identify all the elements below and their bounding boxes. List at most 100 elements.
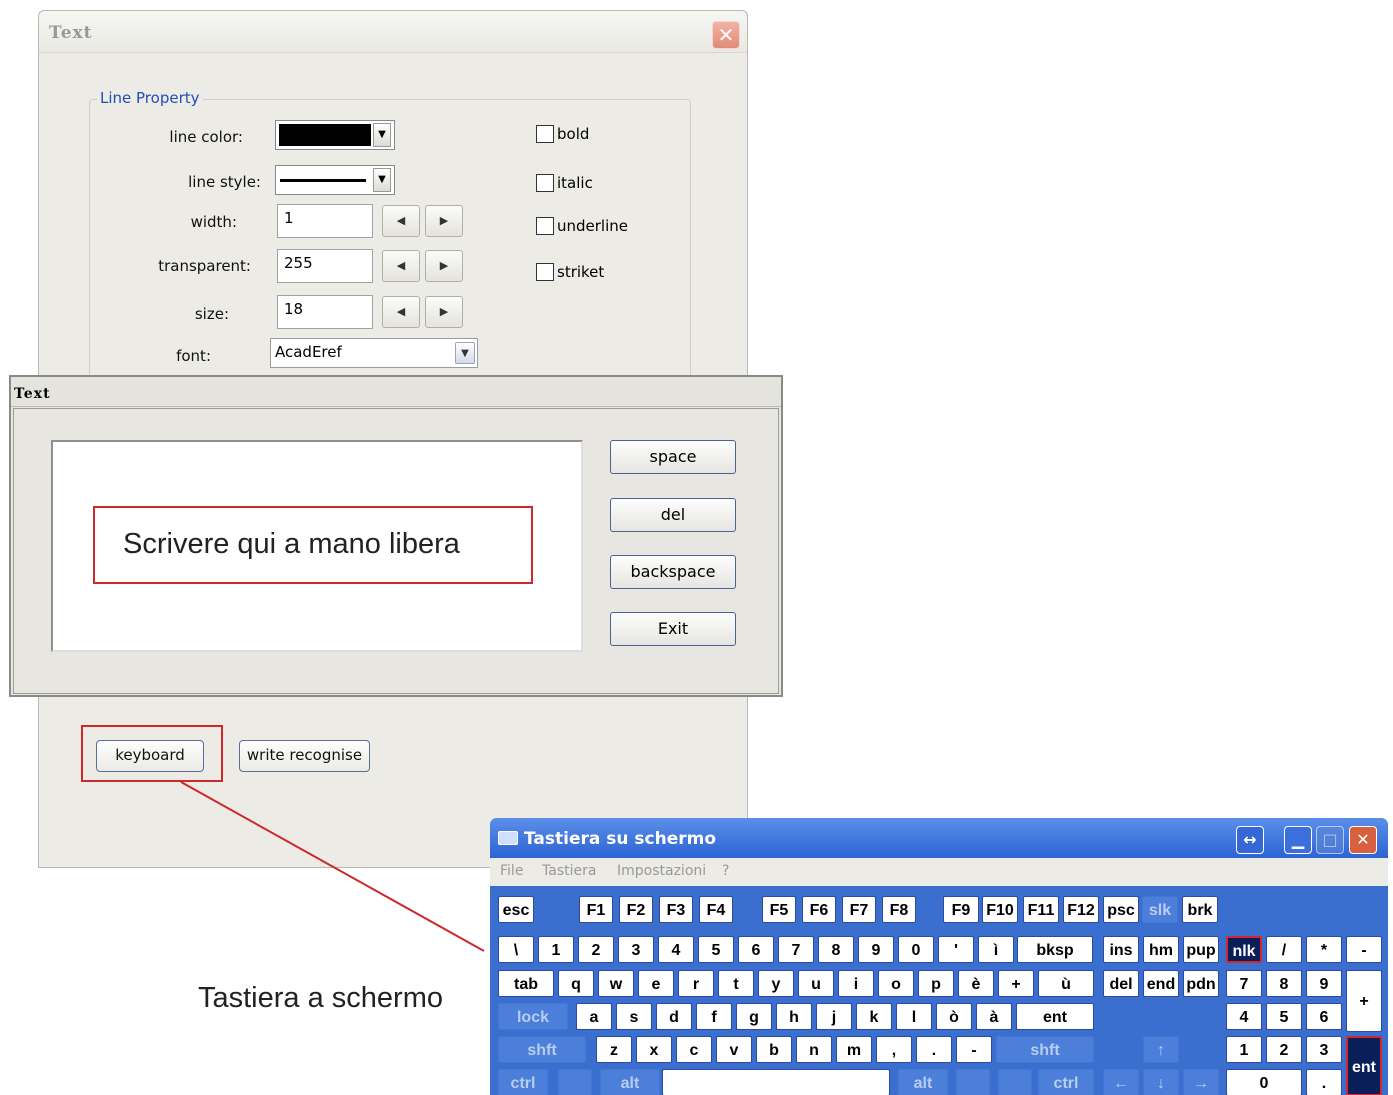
key-7[interactable]: 7 xyxy=(1226,970,1262,997)
maximize-icon[interactable]: □ xyxy=(1316,826,1344,854)
key-esc[interactable]: esc xyxy=(498,896,534,923)
menu-file[interactable]: File xyxy=(500,863,523,879)
key-9[interactable]: 9 xyxy=(858,936,894,963)
key-F3[interactable]: F3 xyxy=(659,896,693,923)
key-end[interactable]: end xyxy=(1143,970,1179,997)
key-F12[interactable]: F12 xyxy=(1063,896,1099,923)
key-t[interactable]: t xyxy=(718,970,754,997)
key-4[interactable]: 4 xyxy=(658,936,694,963)
key-o[interactable]: o xyxy=(878,970,914,997)
key[interactable]: . xyxy=(1306,1069,1342,1095)
key-pup[interactable]: pup xyxy=(1183,936,1219,963)
key-bksp[interactable]: bksp xyxy=(1017,936,1093,963)
key-1[interactable]: 1 xyxy=(1226,1036,1262,1063)
key-0[interactable]: 0 xyxy=(1226,1069,1302,1095)
key-8[interactable]: 8 xyxy=(1266,970,1302,997)
key-u[interactable]: u xyxy=(798,970,834,997)
key[interactable]: ò xyxy=(936,1003,972,1030)
key-0[interactable]: 0 xyxy=(898,936,934,963)
key-alt[interactable]: alt xyxy=(600,1069,660,1095)
key-b[interactable]: b xyxy=(756,1036,792,1063)
key-alt[interactable]: alt xyxy=(898,1069,948,1095)
key[interactable]: ↓ xyxy=(1143,1069,1179,1095)
key-2[interactable]: 2 xyxy=(578,936,614,963)
key-del[interactable]: del xyxy=(1103,970,1139,997)
key-nlk[interactable]: nlk xyxy=(1226,936,1262,963)
key-F4[interactable]: F4 xyxy=(699,896,733,923)
key-F5[interactable]: F5 xyxy=(762,896,796,923)
key-psc[interactable]: psc xyxy=(1103,896,1139,923)
key-ins[interactable]: ins xyxy=(1103,936,1139,963)
windows-logo-icon[interactable] xyxy=(558,1069,592,1095)
key[interactable]: è xyxy=(958,970,994,997)
key-F6[interactable]: F6 xyxy=(802,896,836,923)
osk-title-bar[interactable]: Tastiera su schermo ↔ ▁ □ ✕ xyxy=(490,818,1388,858)
key[interactable]: à xyxy=(976,1003,1012,1030)
key-slk[interactable]: slk xyxy=(1142,896,1178,923)
minimize-icon[interactable]: ▁ xyxy=(1284,826,1312,854)
key-F2[interactable]: F2 xyxy=(619,896,653,923)
key-F1[interactable]: F1 xyxy=(579,896,613,923)
key[interactable]: ↑ xyxy=(1143,1036,1179,1063)
key[interactable]: - xyxy=(956,1036,992,1063)
key-F7[interactable]: F7 xyxy=(842,896,876,923)
key-hm[interactable]: hm xyxy=(1143,936,1179,963)
close-icon[interactable]: ✕ xyxy=(1349,826,1377,854)
key-pdn[interactable]: pdn xyxy=(1183,970,1219,997)
key[interactable]: \ xyxy=(498,936,534,963)
key[interactable]: ì xyxy=(978,936,1014,963)
key-ctrl[interactable]: ctrl xyxy=(1038,1069,1094,1095)
key-F10[interactable]: F10 xyxy=(982,896,1018,923)
key-n[interactable]: n xyxy=(796,1036,832,1063)
windows-logo-icon[interactable] xyxy=(956,1069,990,1095)
key[interactable]: , xyxy=(876,1036,912,1063)
key[interactable]: + xyxy=(1346,970,1382,1032)
key-4[interactable]: 4 xyxy=(1226,1003,1262,1030)
key-k[interactable]: k xyxy=(856,1003,892,1030)
key[interactable]: ' xyxy=(938,936,974,963)
key-w[interactable]: w xyxy=(598,970,634,997)
key-5[interactable]: 5 xyxy=(698,936,734,963)
key-x[interactable]: x xyxy=(636,1036,672,1063)
spacebar-key[interactable] xyxy=(662,1069,890,1095)
key-ctrl[interactable]: ctrl xyxy=(498,1069,548,1095)
menu-help[interactable]: ? xyxy=(722,863,729,879)
key-2[interactable]: 2 xyxy=(1266,1036,1302,1063)
key-ent[interactable]: ent xyxy=(1346,1036,1382,1095)
key-3[interactable]: 3 xyxy=(618,936,654,963)
menu-tastiera[interactable]: Tastiera xyxy=(542,863,596,879)
key-s[interactable]: s xyxy=(616,1003,652,1030)
key-tab[interactable]: tab xyxy=(498,970,554,997)
key-v[interactable]: v xyxy=(716,1036,752,1063)
key-y[interactable]: y xyxy=(758,970,794,997)
key-9[interactable]: 9 xyxy=(1306,970,1342,997)
key-d[interactable]: d xyxy=(656,1003,692,1030)
key-f[interactable]: f xyxy=(696,1003,732,1030)
key-e[interactable]: e xyxy=(638,970,674,997)
key[interactable]: ← xyxy=(1103,1069,1139,1095)
key-l[interactable]: l xyxy=(896,1003,932,1030)
key-F9[interactable]: F9 xyxy=(943,896,979,923)
key[interactable]: . xyxy=(916,1036,952,1063)
key-i[interactable]: i xyxy=(838,970,874,997)
key-lock[interactable]: lock xyxy=(498,1003,568,1030)
key-g[interactable]: g xyxy=(736,1003,772,1030)
key[interactable]: + xyxy=(998,970,1034,997)
key-5[interactable]: 5 xyxy=(1266,1003,1302,1030)
key-6[interactable]: 6 xyxy=(738,936,774,963)
key[interactable]: - xyxy=(1346,936,1382,963)
key-8[interactable]: 8 xyxy=(818,936,854,963)
key-3[interactable]: 3 xyxy=(1306,1036,1342,1063)
key-q[interactable]: q xyxy=(558,970,594,997)
key-6[interactable]: 6 xyxy=(1306,1003,1342,1030)
key-h[interactable]: h xyxy=(776,1003,812,1030)
key[interactable]: * xyxy=(1306,936,1342,963)
key-p[interactable]: p xyxy=(918,970,954,997)
key-r[interactable]: r xyxy=(678,970,714,997)
key-brk[interactable]: brk xyxy=(1182,896,1218,923)
key-shft[interactable]: shft xyxy=(996,1036,1094,1063)
key[interactable]: → xyxy=(1183,1069,1219,1095)
key[interactable]: ù xyxy=(1038,970,1094,997)
key-j[interactable]: j xyxy=(816,1003,852,1030)
menu-impostazioni[interactable]: Impostazioni xyxy=(617,863,706,879)
